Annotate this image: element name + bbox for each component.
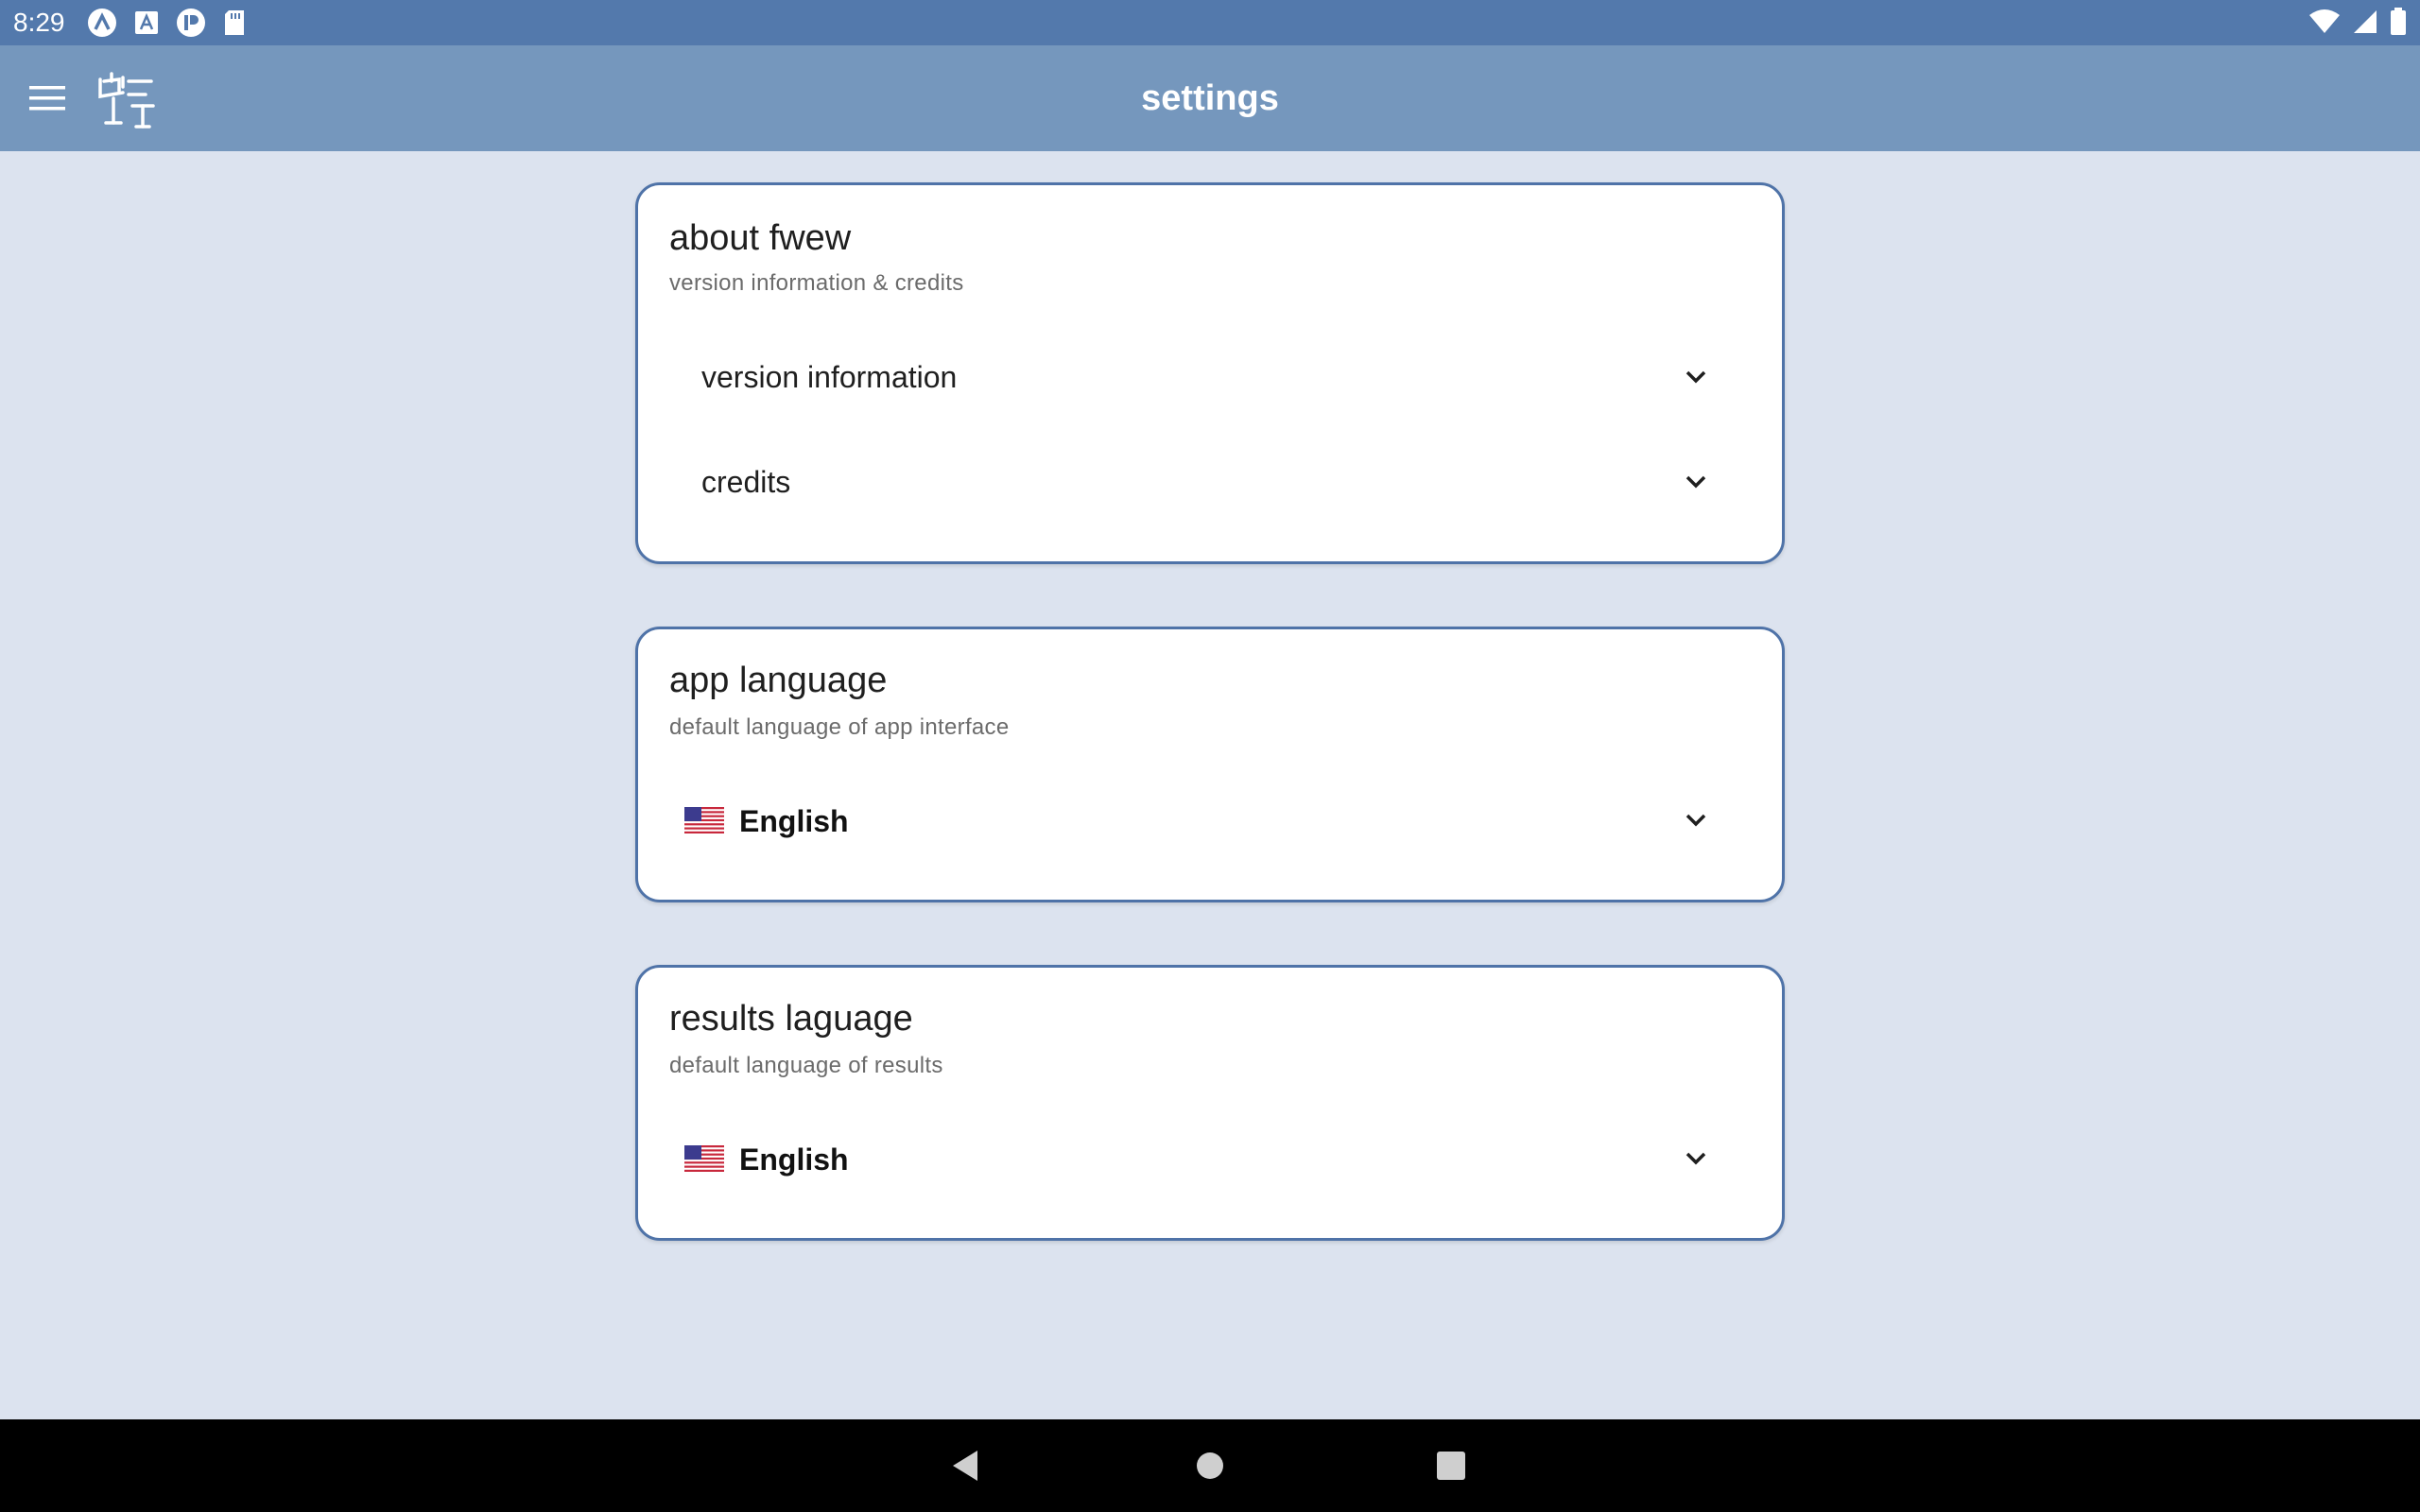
wifi-icon <box>2309 9 2340 33</box>
chevron-down-icon <box>1685 1152 1706 1165</box>
page-title: settings <box>1141 78 1279 118</box>
version-information-label: version information <box>701 360 958 394</box>
app-bar: settings <box>0 45 2420 151</box>
results-language-selected: English <box>739 1143 849 1177</box>
home-icon[interactable] <box>1186 1442 1234 1489</box>
credits-label: credits <box>701 465 791 499</box>
chevron-down-icon <box>1685 814 1706 827</box>
app-language-title: app language <box>669 661 888 700</box>
chevron-down-icon <box>1685 370 1706 384</box>
us-flag-icon <box>684 1145 724 1172</box>
back-icon[interactable] <box>943 1442 991 1489</box>
version-information-expander[interactable]: version information <box>641 332 1779 422</box>
status-time: 8:29 <box>13 8 65 37</box>
app-font-icon <box>135 11 158 34</box>
system-icons <box>2308 8 2407 36</box>
notification-icons <box>87 8 246 38</box>
credits-expander[interactable]: credits <box>641 437 1779 527</box>
app-a-icon <box>88 9 116 37</box>
about-card: about fwew version information & credits… <box>635 182 1785 564</box>
about-subtitle: version information & credits <box>669 270 964 296</box>
battery-icon <box>2391 8 2406 35</box>
app-language-subtitle: default language of app interface <box>669 714 1010 740</box>
status-bar: 8:29 <box>0 0 2420 45</box>
results-language-subtitle: default language of results <box>669 1053 943 1078</box>
chevron-down-icon <box>1685 475 1706 489</box>
results-language-card: results laguage default language of resu… <box>635 965 1785 1241</box>
recents-icon[interactable] <box>1427 1442 1475 1489</box>
app-language-selected: English <box>739 804 849 838</box>
results-language-dropdown[interactable]: English <box>641 1113 1779 1204</box>
navigation-bar <box>0 1419 2420 1512</box>
us-flag-icon <box>684 807 724 833</box>
cell-signal-icon <box>2354 10 2377 33</box>
app-p-icon <box>177 9 205 37</box>
results-language-title: results laguage <box>669 999 913 1039</box>
app-language-dropdown[interactable]: English <box>641 775 1779 866</box>
about-title: about fwew <box>669 218 852 258</box>
app-language-card: app language default language of app int… <box>635 627 1785 902</box>
sd-card-icon <box>225 10 244 35</box>
